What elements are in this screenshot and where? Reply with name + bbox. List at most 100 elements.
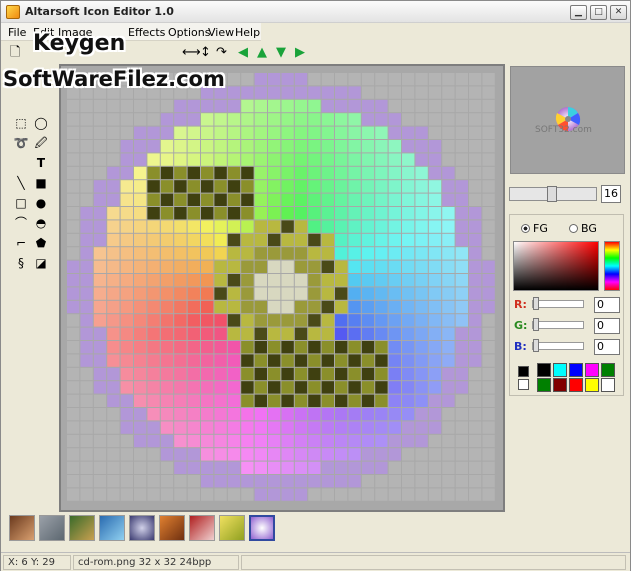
pixel-cell[interactable] bbox=[428, 327, 442, 340]
pixel-cell[interactable] bbox=[321, 300, 334, 314]
pixel-cell[interactable] bbox=[402, 153, 415, 166]
pixel-cell[interactable] bbox=[294, 113, 308, 126]
pixel-cell[interactable] bbox=[455, 113, 468, 126]
pixel-cell[interactable] bbox=[335, 247, 348, 260]
pixel-cell[interactable] bbox=[469, 153, 482, 166]
pixel-cell[interactable] bbox=[187, 140, 200, 153]
pixel-cell[interactable] bbox=[361, 126, 375, 139]
pixel-cell[interactable] bbox=[107, 461, 120, 474]
pixel-cell[interactable] bbox=[388, 73, 401, 86]
pixel-cell[interactable] bbox=[469, 207, 482, 220]
pixel-canvas[interactable] bbox=[67, 73, 497, 506]
pixel-cell[interactable] bbox=[227, 354, 241, 367]
pixel-cell[interactable] bbox=[80, 140, 93, 153]
pixel-cell[interactable] bbox=[147, 421, 160, 434]
close-button[interactable]: ✕ bbox=[610, 5, 627, 20]
pixel-cell[interactable] bbox=[335, 260, 348, 273]
pixel-cell[interactable] bbox=[415, 341, 428, 354]
pixel-cell[interactable] bbox=[455, 327, 468, 340]
pixel-cell[interactable] bbox=[442, 381, 455, 394]
pixel-cell[interactable] bbox=[455, 408, 468, 421]
pixel-cell[interactable] bbox=[428, 73, 442, 86]
pixel-cell[interactable] bbox=[227, 247, 241, 260]
pixel-cell[interactable] bbox=[80, 327, 93, 340]
pixel-cell[interactable] bbox=[147, 381, 160, 394]
pixel-cell[interactable] bbox=[455, 274, 468, 287]
pixel-cell[interactable] bbox=[348, 300, 361, 314]
pixel-cell[interactable] bbox=[187, 207, 200, 220]
pixel-cell[interactable] bbox=[455, 367, 468, 381]
pixel-cell[interactable] bbox=[201, 421, 214, 434]
pixel-cell[interactable] bbox=[469, 73, 482, 86]
pixel-cell[interactable] bbox=[348, 86, 361, 99]
pixel-cell[interactable] bbox=[268, 367, 281, 381]
pixel-cell[interactable] bbox=[348, 166, 361, 180]
pixel-cell[interactable] bbox=[214, 394, 227, 407]
pixel-cell[interactable] bbox=[469, 180, 482, 193]
pixel-cell[interactable] bbox=[482, 488, 495, 501]
pixel-cell[interactable] bbox=[254, 354, 267, 367]
pixel-cell[interactable] bbox=[469, 381, 482, 394]
pixel-cell[interactable] bbox=[187, 408, 200, 421]
pixel-cell[interactable] bbox=[80, 434, 93, 448]
pixel-cell[interactable] bbox=[308, 140, 321, 153]
pixel-cell[interactable] bbox=[214, 220, 227, 233]
pixel-cell[interactable] bbox=[428, 341, 442, 354]
pixel-cell[interactable] bbox=[187, 233, 200, 247]
pixel-cell[interactable] bbox=[254, 327, 267, 340]
pixel-cell[interactable] bbox=[187, 488, 200, 501]
text-tool-icon[interactable]: T bbox=[33, 155, 49, 171]
pixel-cell[interactable] bbox=[174, 367, 187, 381]
pixel-cell[interactable] bbox=[469, 166, 482, 180]
brush-size-field[interactable]: 16 bbox=[601, 185, 621, 203]
pixel-cell[interactable] bbox=[201, 381, 214, 394]
pixel-cell[interactable] bbox=[241, 394, 254, 407]
pixel-cell[interactable] bbox=[254, 193, 267, 206]
ellipse-tool-icon[interactable]: ● bbox=[33, 195, 49, 211]
pixel-cell[interactable] bbox=[321, 153, 334, 166]
pixel-cell[interactable] bbox=[241, 99, 254, 113]
pixel-cell[interactable] bbox=[482, 260, 495, 273]
pixel-cell[interactable] bbox=[268, 166, 281, 180]
pixel-cell[interactable] bbox=[442, 126, 455, 139]
color-spectrum[interactable] bbox=[513, 241, 599, 291]
pixel-cell[interactable] bbox=[254, 300, 267, 314]
pixel-cell[interactable] bbox=[402, 193, 415, 206]
shift-left-icon[interactable]: ◀ bbox=[238, 45, 248, 61]
pixel-cell[interactable] bbox=[375, 448, 388, 461]
pixel-cell[interactable] bbox=[67, 314, 80, 327]
pixel-cell[interactable] bbox=[482, 367, 495, 381]
pixel-cell[interactable] bbox=[120, 113, 133, 126]
pixel-cell[interactable] bbox=[147, 408, 160, 421]
pixel-cell[interactable] bbox=[120, 247, 133, 260]
pixel-cell[interactable] bbox=[321, 126, 334, 139]
pixel-cell[interactable] bbox=[335, 193, 348, 206]
pixel-cell[interactable] bbox=[455, 475, 468, 488]
pixel-cell[interactable] bbox=[428, 381, 442, 394]
pixel-cell[interactable] bbox=[482, 274, 495, 287]
pixel-cell[interactable] bbox=[321, 287, 334, 300]
pixel-cell[interactable] bbox=[482, 140, 495, 153]
pixel-cell[interactable] bbox=[388, 86, 401, 99]
pixel-cell[interactable] bbox=[442, 99, 455, 113]
pixel-cell[interactable] bbox=[93, 274, 107, 287]
pixel-cell[interactable] bbox=[134, 126, 147, 139]
pixel-cell[interactable] bbox=[428, 408, 442, 421]
pixel-cell[interactable] bbox=[268, 73, 281, 86]
pixel-cell[interactable] bbox=[80, 233, 93, 247]
pixel-cell[interactable] bbox=[241, 300, 254, 314]
pixel-cell[interactable] bbox=[254, 260, 267, 273]
pixel-cell[interactable] bbox=[214, 180, 227, 193]
pixel-cell[interactable] bbox=[361, 327, 375, 340]
pixel-cell[interactable] bbox=[160, 314, 174, 327]
pixel-cell[interactable] bbox=[147, 180, 160, 193]
pixel-cell[interactable] bbox=[294, 354, 308, 367]
pixel-cell[interactable] bbox=[160, 421, 174, 434]
pixel-cell[interactable] bbox=[134, 421, 147, 434]
pixel-cell[interactable] bbox=[174, 381, 187, 394]
pixel-cell[interactable] bbox=[455, 180, 468, 193]
pixel-cell[interactable] bbox=[174, 341, 187, 354]
pixel-cell[interactable] bbox=[415, 314, 428, 327]
palette-swatch[interactable] bbox=[553, 363, 567, 377]
pixel-cell[interactable] bbox=[294, 86, 308, 99]
